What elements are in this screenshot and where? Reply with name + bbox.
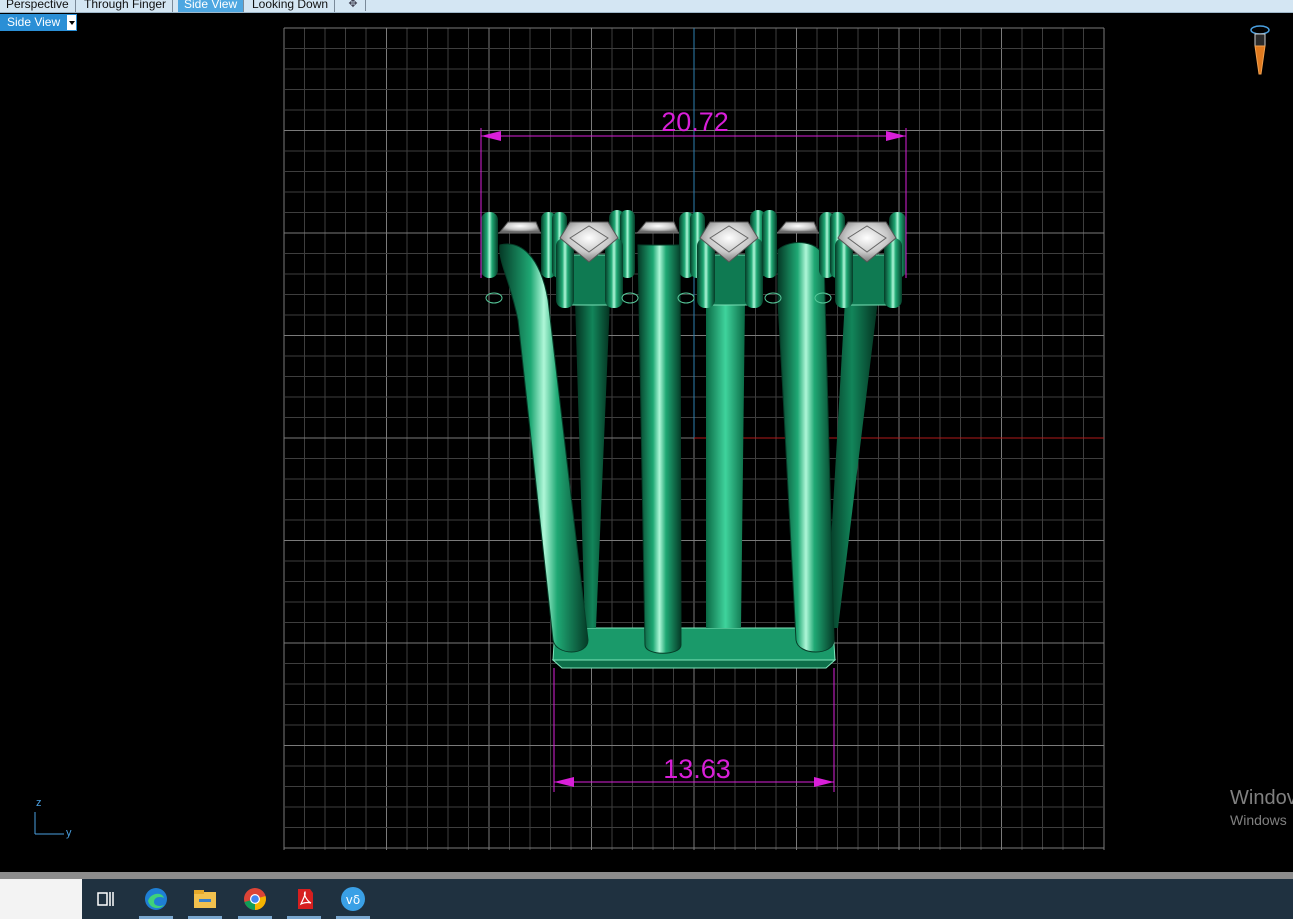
chrome-icon[interactable] <box>241 885 269 913</box>
dimension-bottom-value: 13.63 <box>663 754 731 784</box>
view-orientation-icon[interactable] <box>1250 25 1270 75</box>
axis-y-label: y <box>66 827 72 839</box>
taskbar: vδ <box>0 879 1293 919</box>
edge-icon[interactable] <box>142 885 170 913</box>
file-explorer-icon[interactable] <box>191 885 219 913</box>
task-view-icon[interactable] <box>92 885 120 913</box>
axis-z-label: z <box>36 797 42 809</box>
model-viewport[interactable]: 20.72 13.63 <box>0 0 1293 870</box>
acrobat-icon[interactable] <box>290 885 318 913</box>
search-box[interactable] <box>0 879 82 919</box>
dimension-top-value: 20.72 <box>661 107 729 137</box>
axis-gizmo <box>34 812 64 835</box>
svg-text:vδ: vδ <box>346 893 360 907</box>
activation-watermark-title: Windov <box>1230 787 1293 809</box>
activation-watermark-text: Windows <box>1230 812 1287 828</box>
app-icon[interactable]: vδ <box>339 885 367 913</box>
status-line <box>0 872 1293 879</box>
